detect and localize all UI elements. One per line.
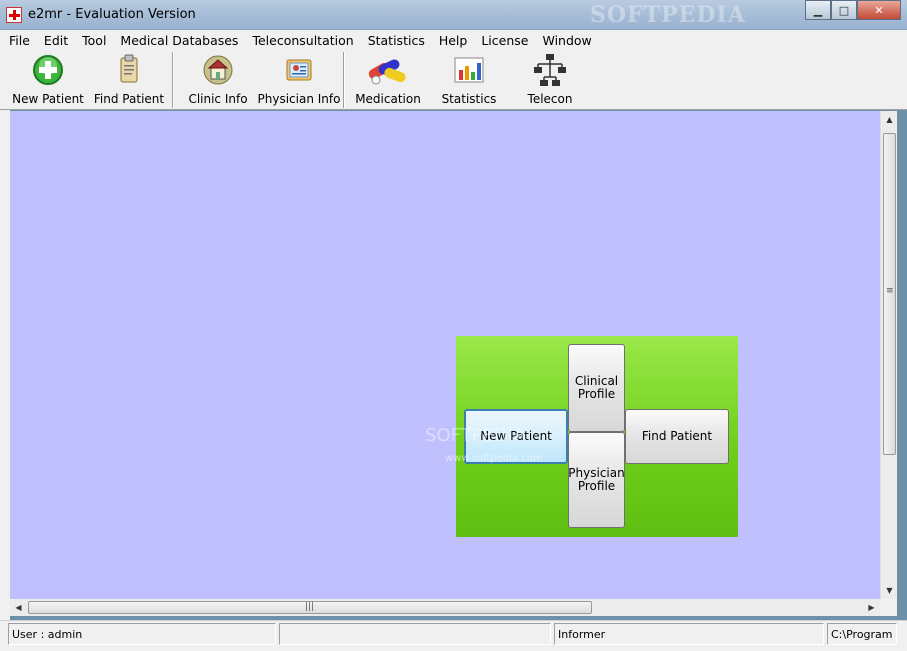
status-user: User : admin bbox=[8, 623, 276, 645]
status-path: C:\Program bbox=[827, 623, 897, 645]
launcher-panel: Clinical Profile New Patient Find Patien… bbox=[456, 336, 738, 537]
scroll-up-arrow-icon[interactable]: ▲ bbox=[881, 111, 898, 128]
menu-tool[interactable]: Tool bbox=[82, 33, 106, 48]
toolbar-label: Medication bbox=[355, 92, 421, 106]
toolbar-telecon-button[interactable]: Telecon bbox=[522, 52, 578, 108]
softpedia-watermark: SOFTPEDIA bbox=[590, 2, 746, 28]
network-icon bbox=[532, 52, 568, 88]
menu-help[interactable]: Help bbox=[439, 33, 468, 48]
vertical-scroll-thumb[interactable]: ≡ bbox=[883, 133, 896, 455]
menu-statistics[interactable]: Statistics bbox=[368, 33, 425, 48]
launcher-find-patient-button[interactable]: Find Patient bbox=[625, 409, 729, 464]
horizontal-scrollbar[interactable]: ◀ ||| ▶ bbox=[10, 599, 880, 616]
status-bar: User : admin Informer C:\Program bbox=[0, 620, 907, 651]
physician-profile-button[interactable]: Physician Profile bbox=[568, 432, 625, 528]
launcher-new-patient-button[interactable]: New Patient bbox=[464, 409, 568, 464]
toolbar-find-patient-button[interactable]: Find Patient bbox=[93, 52, 165, 108]
minimize-button[interactable]: ▁ bbox=[805, 0, 831, 20]
toolbar-label: Clinic Info bbox=[188, 92, 248, 106]
toolbar-separator bbox=[172, 52, 174, 108]
pills-icon bbox=[364, 52, 412, 88]
clinical-profile-button[interactable]: Clinical Profile bbox=[568, 344, 625, 432]
scroll-down-arrow-icon[interactable]: ▼ bbox=[881, 582, 898, 599]
status-informer: Informer bbox=[554, 623, 824, 645]
app-icon[interactable] bbox=[6, 7, 22, 23]
clipboard-icon bbox=[111, 52, 147, 88]
menu-teleconsultation[interactable]: Teleconsultation bbox=[252, 33, 353, 48]
toolbar-medication-button[interactable]: Medication bbox=[355, 52, 421, 108]
toolbar-clinic-info-button[interactable]: Clinic Info bbox=[188, 52, 248, 108]
scroll-right-arrow-icon[interactable]: ▶ bbox=[863, 599, 880, 616]
window-frame-left bbox=[0, 110, 10, 620]
maximize-button[interactable]: □ bbox=[831, 0, 857, 20]
add-patient-icon bbox=[30, 52, 66, 88]
toolbar-label: Physician Info bbox=[257, 92, 341, 106]
menu-license[interactable]: License bbox=[481, 33, 528, 48]
mdi-client-area bbox=[10, 111, 880, 599]
toolbar-statistics-button[interactable]: Statistics bbox=[440, 52, 498, 108]
horizontal-scroll-thumb[interactable]: ||| bbox=[28, 601, 592, 614]
toolbar-new-patient-button[interactable]: New Patient bbox=[12, 52, 84, 108]
scroll-left-arrow-icon[interactable]: ◀ bbox=[10, 599, 27, 616]
toolbar-separator bbox=[343, 52, 345, 108]
toolbar-physician-info-button[interactable]: Physician Info bbox=[258, 52, 340, 108]
menu-medical-databases[interactable]: Medical Databases bbox=[120, 33, 238, 48]
toolbar-label: Statistics bbox=[441, 92, 497, 106]
window-title: e2mr - Evaluation Version bbox=[28, 7, 196, 22]
menu-file[interactable]: File bbox=[9, 33, 30, 48]
close-button[interactable]: ✕ bbox=[857, 0, 901, 20]
toolbar-label: Telecon bbox=[527, 92, 573, 106]
title-bar: e2mr - Evaluation Version SOFTPEDIA ▁ □ … bbox=[0, 0, 907, 30]
toolbar-label: New Patient bbox=[12, 92, 84, 106]
toolbar: New Patient Find Patient Clinic Info Phy… bbox=[0, 50, 907, 110]
window-controls: ▁ □ ✕ bbox=[805, 0, 901, 20]
status-middle bbox=[279, 623, 551, 645]
menu-edit[interactable]: Edit bbox=[44, 33, 68, 48]
physician-card-icon bbox=[281, 52, 317, 88]
menu-window[interactable]: Window bbox=[542, 33, 591, 48]
scrollbar-corner bbox=[880, 599, 897, 616]
window-frame-right bbox=[897, 110, 907, 620]
toolbar-label: Find Patient bbox=[93, 92, 165, 106]
bar-chart-icon bbox=[451, 52, 487, 88]
vertical-scrollbar[interactable]: ▲ ≡ ▼ bbox=[880, 111, 897, 599]
clinic-icon bbox=[200, 52, 236, 88]
menu-bar: File Edit Tool Medical Databases Telecon… bbox=[0, 30, 907, 50]
